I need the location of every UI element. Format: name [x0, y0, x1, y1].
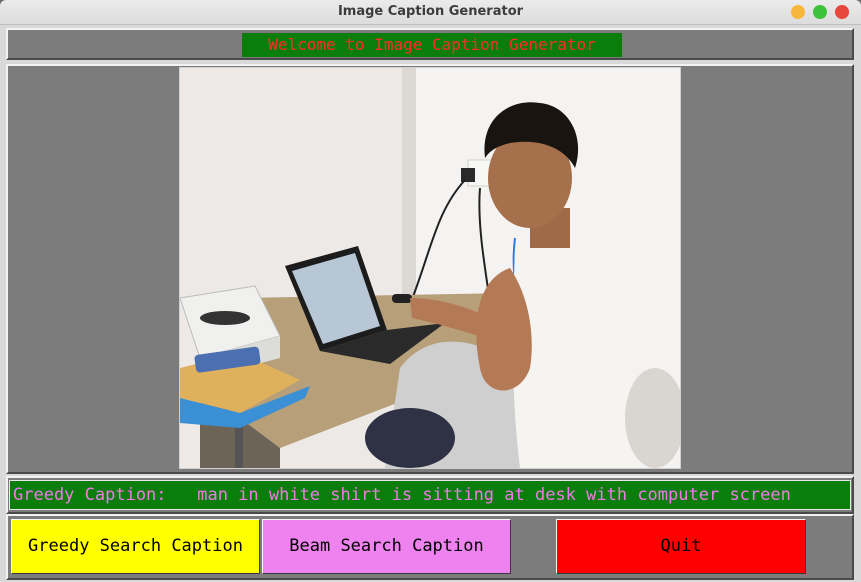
- header-frame: Welcome to Image Caption Generator: [6, 28, 854, 60]
- window-titlebar: Image Caption Generator: [0, 0, 861, 25]
- close-icon[interactable]: [835, 5, 849, 19]
- app-window: Welcome to Image Caption Generator Greed…: [0, 25, 861, 582]
- caption-output: Greedy Caption: man in white shirt is si…: [9, 480, 851, 510]
- beam-search-button[interactable]: Beam Search Caption: [262, 519, 511, 574]
- welcome-label: Welcome to Image Caption Generator: [242, 33, 622, 57]
- photo-icon: [180, 68, 680, 468]
- minimize-icon[interactable]: [791, 5, 805, 19]
- window-title: Image Caption Generator: [337, 4, 524, 19]
- caption-frame: Greedy Caption: man in white shirt is si…: [6, 476, 854, 514]
- quit-button[interactable]: Quit: [556, 519, 806, 574]
- uploaded-photo: [179, 67, 681, 469]
- greedy-search-button[interactable]: Greedy Search Caption: [11, 519, 260, 574]
- image-frame: [6, 64, 854, 474]
- buttons-frame: Greedy Search Caption Beam Search Captio…: [6, 514, 854, 580]
- maximize-icon[interactable]: [813, 5, 827, 19]
